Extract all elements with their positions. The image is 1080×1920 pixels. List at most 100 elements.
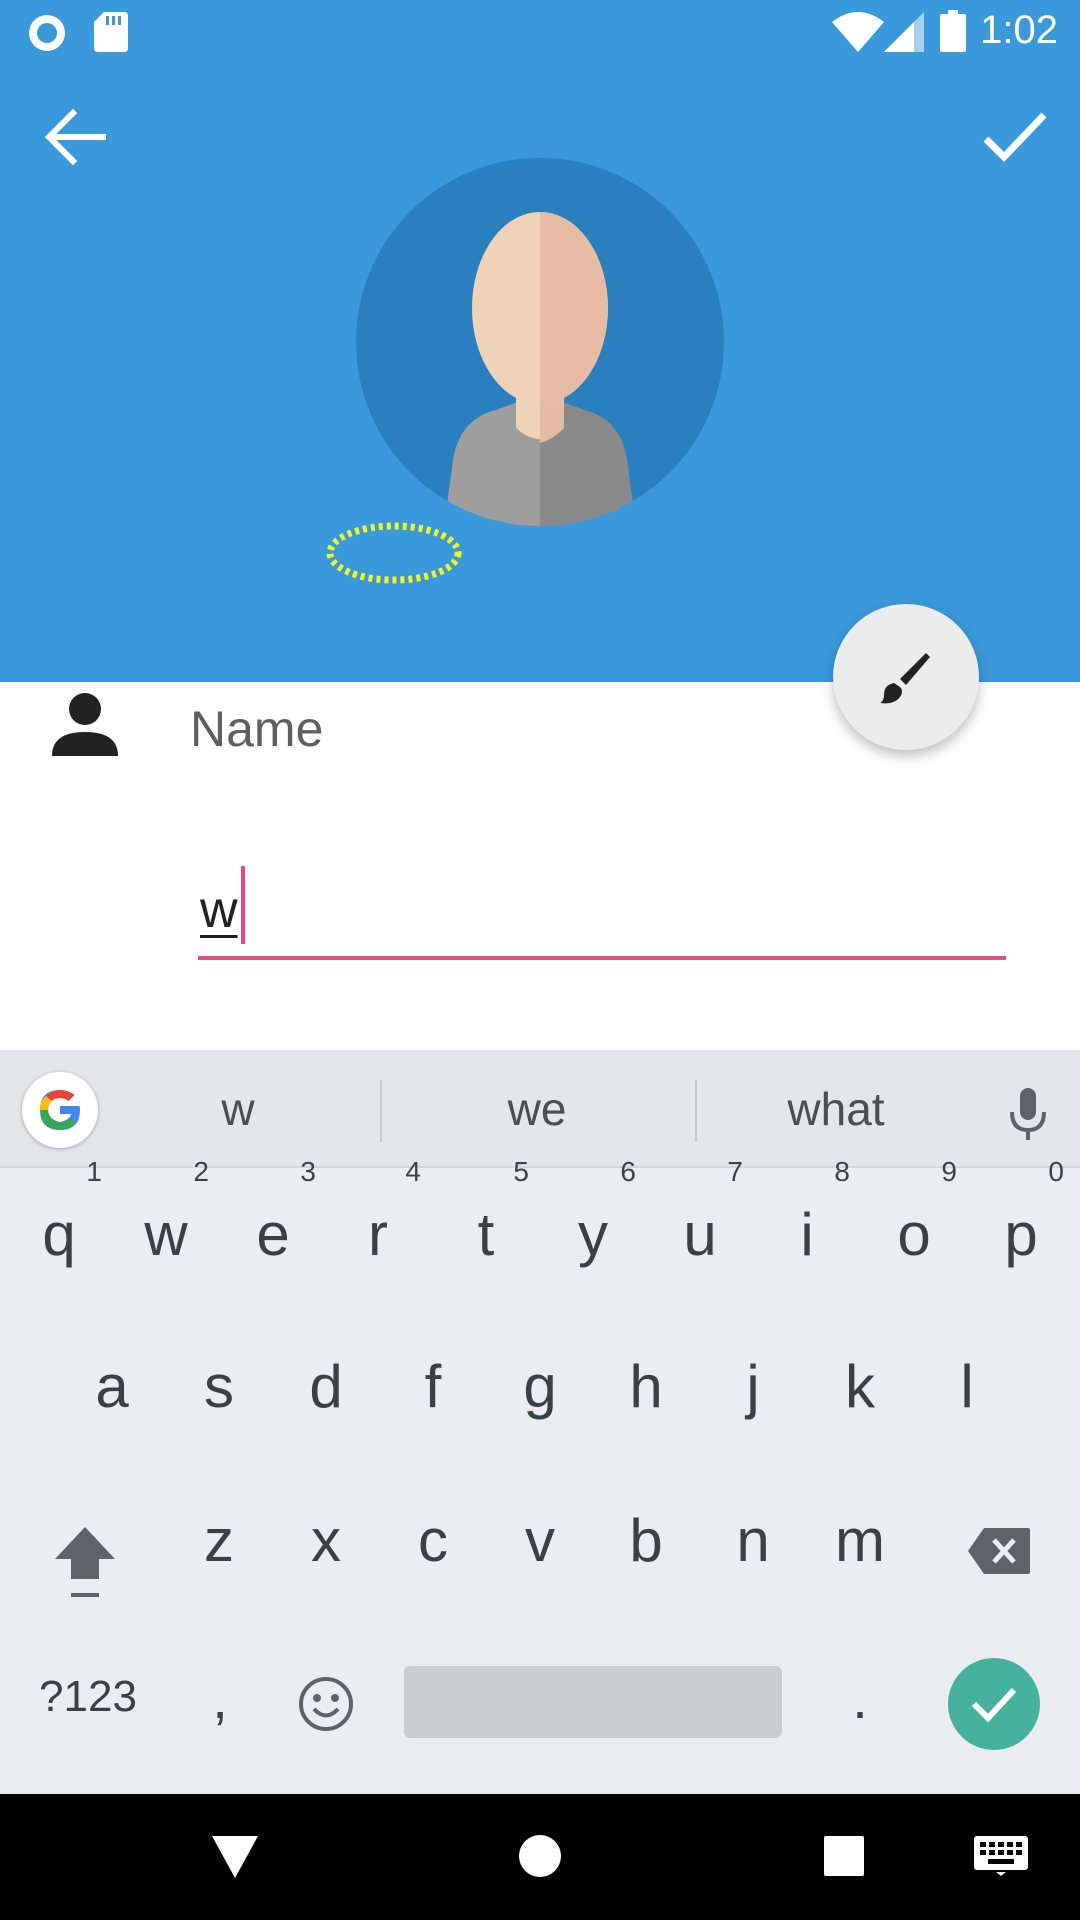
key-label: s <box>204 1353 234 1420</box>
status-bar: 1:02 <box>0 0 1080 64</box>
key-label: n <box>736 1507 770 1574</box>
google-button[interactable] <box>22 1072 98 1148</box>
key-z[interactable]: z <box>174 1498 264 1618</box>
key-label: h <box>629 1353 663 1420</box>
confirm-button[interactable] <box>970 92 1060 182</box>
brush-icon <box>880 653 930 704</box>
key-label: o <box>897 1201 931 1268</box>
key-hint: 5 <box>513 1156 529 1187</box>
key-label: w <box>144 1201 188 1268</box>
key-i[interactable]: 8i <box>762 1156 852 1312</box>
key-w[interactable]: 2w <box>121 1156 211 1312</box>
key-f[interactable]: f <box>388 1344 478 1464</box>
period-key[interactable]: . <box>830 1666 890 1730</box>
arrow-left-icon <box>44 108 106 166</box>
key-n[interactable]: n <box>708 1498 798 1618</box>
wifi-icon <box>832 12 884 52</box>
recents-square-icon[interactable] <box>824 1836 864 1876</box>
person-icon <box>52 693 118 756</box>
circle-icon <box>29 15 65 51</box>
space-bar[interactable] <box>404 1666 782 1738</box>
key-o[interactable]: 9o <box>869 1156 959 1312</box>
key-s[interactable]: s <box>174 1344 264 1464</box>
key-hint: 7 <box>727 1156 743 1187</box>
key-hint: 3 <box>300 1156 316 1187</box>
suggestion-2[interactable]: we <box>417 1082 657 1136</box>
key-label: p <box>1004 1201 1038 1268</box>
key-label: c <box>418 1507 448 1574</box>
comma-key[interactable]: , <box>190 1666 250 1730</box>
signal-icon <box>884 12 924 52</box>
key-y[interactable]: 6y <box>548 1156 638 1312</box>
name-input-value: w <box>200 881 238 939</box>
enter-key[interactable] <box>948 1658 1040 1750</box>
shift-key[interactable] <box>40 1516 130 1606</box>
shift-arrow-icon <box>55 1527 115 1597</box>
key-hint: 9 <box>941 1156 957 1187</box>
symbols-key[interactable]: ?123 <box>28 1672 148 1732</box>
key-c[interactable]: c <box>388 1498 478 1618</box>
backspace-icon <box>968 1528 1030 1574</box>
back-triangle-icon[interactable] <box>210 1832 260 1880</box>
text-caret <box>241 866 245 944</box>
status-time: 1:02 <box>980 8 1058 52</box>
key-hint: 4 <box>405 1156 421 1187</box>
key-d[interactable]: d <box>281 1344 371 1464</box>
backspace-key[interactable] <box>954 1516 1044 1586</box>
key-hint: 8 <box>834 1156 850 1187</box>
suggestion-1[interactable]: w <box>118 1082 358 1136</box>
key-b[interactable]: b <box>601 1498 691 1618</box>
name-input[interactable]: w <box>198 860 1006 960</box>
key-label: m <box>835 1507 885 1574</box>
check-icon <box>983 112 1047 163</box>
key-k[interactable]: k <box>815 1344 905 1464</box>
key-label: b <box>629 1507 663 1574</box>
suggestion-3[interactable]: what <box>716 1082 956 1136</box>
key-x[interactable]: x <box>281 1498 371 1618</box>
key-a[interactable]: a <box>67 1344 157 1464</box>
smiley-icon <box>299 1677 353 1731</box>
check-icon <box>971 1687 1017 1723</box>
key-label: d <box>309 1353 343 1420</box>
key-u[interactable]: 7u <box>655 1156 745 1312</box>
key-e[interactable]: 3e <box>228 1156 318 1312</box>
emoji-key[interactable] <box>294 1672 358 1736</box>
key-hint: 2 <box>193 1156 209 1187</box>
microphone-icon[interactable] <box>1008 1086 1048 1142</box>
key-label: v <box>525 1507 555 1574</box>
sd-card-icon <box>94 12 128 52</box>
key-v[interactable]: v <box>495 1498 585 1618</box>
key-p[interactable]: 0p <box>976 1156 1066 1312</box>
key-label: t <box>477 1201 495 1268</box>
key-r[interactable]: 4r <box>333 1156 423 1312</box>
key-label: l <box>960 1353 974 1420</box>
key-q[interactable]: 1q <box>14 1156 104 1312</box>
key-label: i <box>800 1201 814 1268</box>
key-h[interactable]: h <box>601 1344 691 1464</box>
tap-indicator-ring <box>326 522 462 584</box>
battery-icon <box>940 10 966 52</box>
edit-photo-button[interactable] <box>833 604 979 750</box>
key-label: q <box>42 1201 76 1268</box>
back-button[interactable] <box>30 92 120 182</box>
key-l[interactable]: l <box>922 1344 1012 1464</box>
key-j[interactable]: j <box>708 1344 798 1464</box>
navigation-bar <box>0 1794 1080 1920</box>
name-field-label: Name <box>190 701 324 757</box>
key-t[interactable]: 5t <box>441 1156 531 1312</box>
key-label: a <box>95 1353 129 1420</box>
person-illustration-icon <box>444 212 636 526</box>
key-label: e <box>256 1201 290 1268</box>
keyboard-icon[interactable] <box>974 1836 1028 1876</box>
key-label: f <box>424 1353 442 1420</box>
google-g-icon <box>40 1090 80 1130</box>
avatar[interactable] <box>356 158 724 526</box>
key-g[interactable]: g <box>495 1344 585 1464</box>
home-circle-icon[interactable] <box>518 1834 562 1878</box>
key-m[interactable]: m <box>815 1498 905 1618</box>
key-label: j <box>746 1353 760 1420</box>
key-hint: 6 <box>620 1156 636 1187</box>
key-label: u <box>683 1201 717 1268</box>
suggestion-divider <box>695 1080 697 1142</box>
key-label: z <box>204 1507 234 1574</box>
